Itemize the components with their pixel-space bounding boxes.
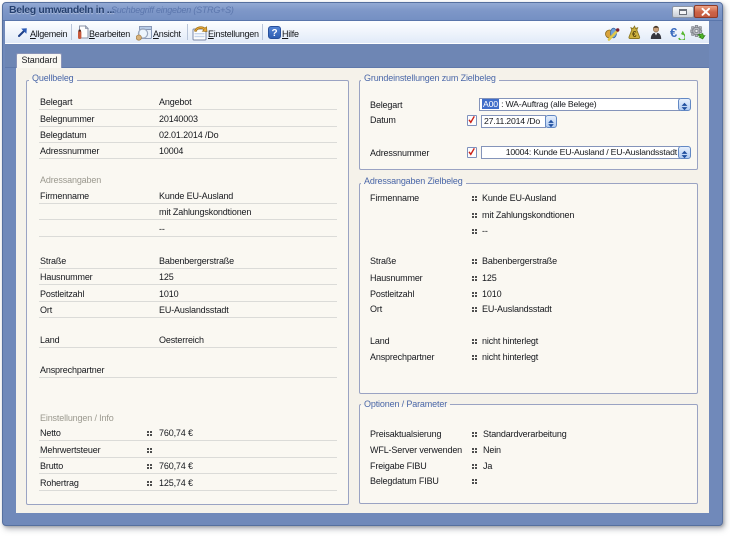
svg-text:?: ? [271, 28, 277, 39]
svg-text:€: € [670, 25, 677, 40]
svg-text:€: € [632, 30, 637, 39]
